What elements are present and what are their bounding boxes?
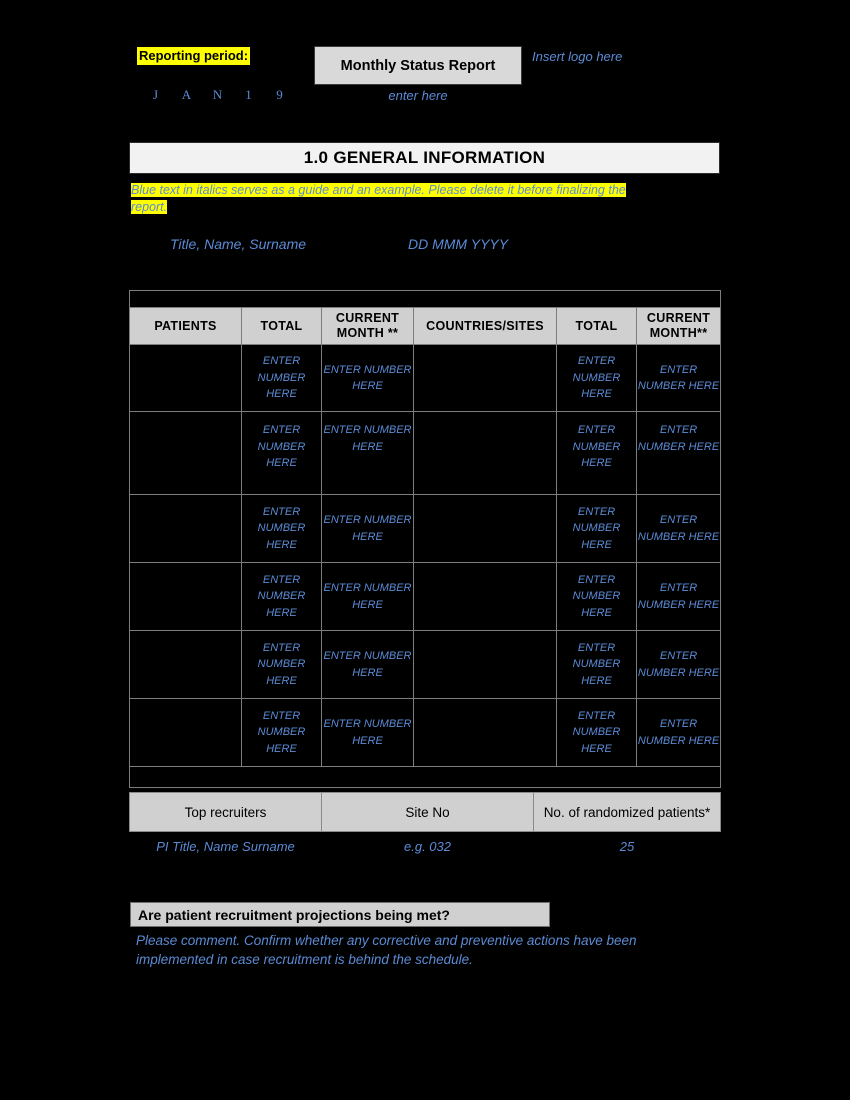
cell-countries-sites-3[interactable] <box>413 562 557 631</box>
col-header-current-month-2: CURRENT MONTH** <box>635 307 722 345</box>
cell-total-5[interactable]: ENTER NUMBER HERE <box>241 698 322 767</box>
cell-countries-sites-0[interactable] <box>413 344 557 412</box>
reporting-period-field[interactable]: J A N 1 9 <box>140 86 295 104</box>
top-recruiters-table: Top recruiters Site No No. of randomized… <box>129 792 721 860</box>
cell-patients-5[interactable] <box>129 698 242 767</box>
cell-countries-sites-4[interactable] <box>413 630 557 699</box>
cell-total-2[interactable]: ENTER NUMBER HERE <box>241 494 322 563</box>
col-header-countries-sites: COUNTRIES/SITES <box>413 307 557 345</box>
table-row: ENTER NUMBER HERE ENTER NUMBER HERE ENTE… <box>129 562 722 631</box>
reporting-period-label: Reporting period: <box>137 47 251 65</box>
footer-clipped-text <box>130 767 720 787</box>
cell-total2-0[interactable]: ENTER NUMBER HERE <box>556 344 637 412</box>
col-header-current-month: CURRENT MONTH ** <box>321 307 414 345</box>
cell-total2-5[interactable]: ENTER NUMBER HERE <box>556 698 637 767</box>
logo-placeholder-text[interactable]: Insert logo here <box>532 49 622 64</box>
cell-patients-3[interactable] <box>129 562 242 631</box>
document-title-box: Monthly Status Report <box>314 46 522 85</box>
enrolment-table-wrapper: PATIENTS TOTAL CURRENT MONTH ** COUNTRIE… <box>128 290 722 788</box>
col-header-patients: PATIENTS <box>129 307 242 345</box>
section-banner-general-information: 1.0 GENERAL INFORMATION <box>129 142 720 174</box>
cell-current-month2-1[interactable]: ENTER NUMBER HERE <box>635 411 722 495</box>
cell-current-month-5[interactable]: ENTER NUMBER HERE <box>321 698 414 767</box>
cell-patients-4[interactable] <box>129 630 242 699</box>
period-char-3[interactable]: 1 <box>233 86 264 104</box>
title-hint-text[interactable]: enter here <box>314 88 522 103</box>
guide-note: Blue text in italics serves as a guide a… <box>131 182 661 216</box>
cell-countries-sites-5[interactable] <box>413 698 557 767</box>
cell-countries-sites-1[interactable] <box>413 411 557 495</box>
col-header-randomized-patients: No. of randomized patients* <box>533 792 721 832</box>
date-placeholder[interactable]: DD MMM YYYY <box>408 236 508 252</box>
cell-total-0[interactable]: ENTER NUMBER HERE <box>241 344 322 412</box>
cell-patients-2[interactable] <box>129 494 242 563</box>
cell-total2-3[interactable]: ENTER NUMBER HERE <box>556 562 637 631</box>
cell-total-4[interactable]: ENTER NUMBER HERE <box>241 630 322 699</box>
table-header-row: PATIENTS TOTAL CURRENT MONTH ** COUNTRIE… <box>129 307 722 345</box>
table-row: ENTER NUMBER HERE ENTER NUMBER HERE ENTE… <box>129 494 722 563</box>
author-placeholder[interactable]: Title, Name, Surname <box>170 236 306 252</box>
cell-current-month-4[interactable]: ENTER NUMBER HERE <box>321 630 414 699</box>
cell-current-month2-2[interactable]: ENTER NUMBER HERE <box>635 494 722 563</box>
table-row: ENTER NUMBER HERE ENTER NUMBER HERE ENTE… <box>129 630 722 699</box>
table-footer-strip-cell <box>128 766 722 788</box>
cell-site-no[interactable]: e.g. 032 <box>322 832 534 861</box>
cell-patients-0[interactable] <box>129 344 242 412</box>
cell-current-month2-4[interactable]: ENTER NUMBER HERE <box>635 630 722 699</box>
cell-current-month-3[interactable]: ENTER NUMBER HERE <box>321 562 414 631</box>
table-top-strip <box>128 290 722 308</box>
cell-countries-sites-2[interactable] <box>413 494 557 563</box>
cell-total2-1[interactable]: ENTER NUMBER HERE <box>556 411 637 495</box>
top-recruiters-table-wrapper: Top recruiters Site No No. of randomized… <box>129 792 721 860</box>
cell-current-month-1[interactable]: ENTER NUMBER HERE <box>321 411 414 495</box>
cell-recruiter-name[interactable]: PI Title, Name Surname <box>130 832 322 861</box>
cell-current-month2-3[interactable]: ENTER NUMBER HERE <box>635 562 722 631</box>
recruiters-data-row: PI Title, Name Surname e.g. 032 25 <box>130 832 721 861</box>
cell-current-month2-0[interactable]: ENTER NUMBER HERE <box>635 344 722 412</box>
col-header-total: TOTAL <box>241 307 322 345</box>
col-header-top-recruiters: Top recruiters <box>129 792 322 832</box>
cell-total-3[interactable]: ENTER NUMBER HERE <box>241 562 322 631</box>
cell-total2-2[interactable]: ENTER NUMBER HERE <box>556 494 637 563</box>
cell-current-month-0[interactable]: ENTER NUMBER HERE <box>321 344 414 412</box>
table-row: ENTER NUMBER HERE ENTER NUMBER HERE ENTE… <box>129 344 722 412</box>
period-char-4[interactable]: 9 <box>264 86 295 104</box>
col-header-site-no: Site No <box>321 792 534 832</box>
cell-current-month2-5[interactable]: ENTER NUMBER HERE <box>635 698 722 767</box>
table-row: ENTER NUMBER HERE ENTER NUMBER HERE ENTE… <box>129 698 722 767</box>
cell-total-1[interactable]: ENTER NUMBER HERE <box>241 411 322 495</box>
table-footer-strip <box>128 766 722 788</box>
cell-total2-4[interactable]: ENTER NUMBER HERE <box>556 630 637 699</box>
col-header-total-2: TOTAL <box>556 307 637 345</box>
guide-note-text: Blue text in italics serves as a guide a… <box>131 183 626 214</box>
cell-randomized-count[interactable]: 25 <box>534 832 721 861</box>
recruitment-question-answer[interactable]: Please comment. Confirm whether any corr… <box>136 931 696 969</box>
cell-current-month-2[interactable]: ENTER NUMBER HERE <box>321 494 414 563</box>
table-top-strip-cell <box>128 290 722 308</box>
recruitment-question-label: Are patient recruitment projections bein… <box>130 902 550 927</box>
period-char-0[interactable]: J <box>140 86 171 104</box>
recruiters-header-row: Top recruiters Site No No. of randomized… <box>129 792 721 832</box>
document-page: Reporting period: J A N 1 9 Monthly Stat… <box>0 0 850 1100</box>
table-row: ENTER NUMBER HERE ENTER NUMBER HERE ENTE… <box>129 411 722 495</box>
period-char-1[interactable]: A <box>171 86 202 104</box>
period-char-2[interactable]: N <box>202 86 233 104</box>
cell-patients-1[interactable] <box>129 411 242 495</box>
enrolment-table: PATIENTS TOTAL CURRENT MONTH ** COUNTRIE… <box>128 290 722 788</box>
